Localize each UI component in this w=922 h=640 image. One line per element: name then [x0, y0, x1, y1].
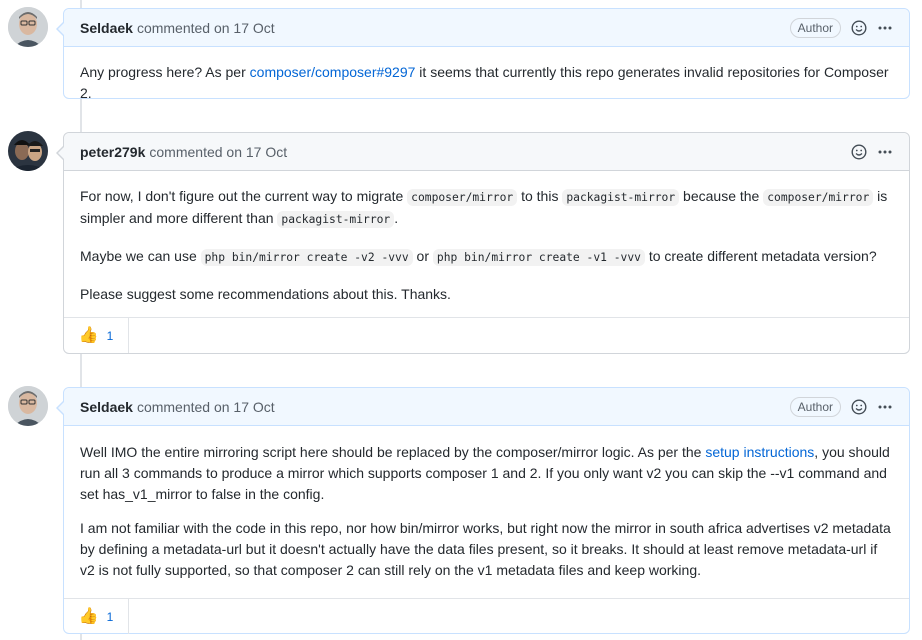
kebab-menu-icon[interactable]: [877, 144, 893, 160]
thumbs-up-icon: 👍: [78, 326, 99, 344]
reactions-bar: 👍 1: [64, 317, 909, 353]
kebab-menu-icon[interactable]: [877, 399, 893, 415]
inline-code: php bin/mirror create -v2 -vvv: [200, 249, 413, 266]
comment-body: For now, I don't figure out the current …: [64, 171, 909, 317]
reaction-thumbs-up[interactable]: 👍 1: [64, 318, 129, 353]
avatar-seldaek[interactable]: [8, 386, 48, 426]
comment-box: Seldaek commented on 17 Oct Author Any p…: [56, 8, 910, 101]
comment-paragraph: For now, I don't figure out the current …: [80, 188, 888, 228]
author-link[interactable]: Seldaek: [80, 399, 133, 415]
comment-header: peter279k commented on 17 Oct: [64, 133, 909, 171]
comment-box: Seldaek commented on 17 Oct Author Well …: [56, 387, 910, 634]
comment-body: Well IMO the entire mirroring script her…: [64, 426, 909, 598]
author-link[interactable]: peter279k: [80, 144, 145, 160]
reaction-thumbs-up[interactable]: 👍 1: [64, 599, 129, 634]
inline-code: composer/mirror: [763, 189, 874, 206]
kebab-menu-icon[interactable]: [877, 20, 893, 36]
smiley-icon[interactable]: [851, 143, 867, 160]
thumbs-up-icon: 👍: [78, 607, 99, 625]
inline-code: packagist-mirror: [562, 189, 680, 206]
comment-timestamp[interactable]: commented on 17 Oct: [137, 399, 275, 415]
comment-header: Seldaek commented on 17 Oct Author: [64, 9, 909, 47]
comment-paragraph: I am not familiar with the code in this …: [80, 520, 891, 578]
comment-paragraph: Please suggest some recommendations abou…: [80, 286, 451, 302]
comment-paragraph: Maybe we can use php bin/mirror create -…: [80, 248, 877, 266]
comment-box: peter279k commented on 17 Oct For now, I…: [56, 132, 910, 354]
avatar-seldaek[interactable]: [8, 7, 48, 47]
comment-timestamp[interactable]: commented on 17 Oct: [137, 20, 275, 36]
comment-paragraph: Well IMO the entire mirroring script her…: [80, 444, 890, 502]
smiley-icon[interactable]: [851, 398, 867, 415]
avatar-peter279k[interactable]: [8, 131, 48, 171]
reaction-count: 1: [106, 328, 114, 343]
comment-header: Seldaek commented on 17 Oct Author: [64, 388, 909, 426]
reaction-count: 1: [106, 609, 114, 624]
author-badge: Author: [789, 17, 841, 38]
inline-code: composer/mirror: [407, 189, 518, 206]
reactions-bar: 👍 1: [64, 598, 909, 634]
comment-body: Any progress here? As per composer/compo…: [64, 47, 909, 123]
author-link[interactable]: Seldaek: [80, 20, 133, 36]
author-badge: Author: [789, 396, 841, 417]
inline-code: php bin/mirror create -v1 -vvv: [432, 249, 645, 266]
comment-timestamp[interactable]: commented on 17 Oct: [149, 144, 287, 160]
setup-instructions-link[interactable]: setup instructions: [705, 444, 814, 460]
issue-link[interactable]: composer/composer#9297: [250, 64, 416, 80]
smiley-icon[interactable]: [851, 19, 867, 36]
inline-code: packagist-mirror: [277, 211, 395, 228]
comment-paragraph: Any progress here? As per composer/compo…: [80, 64, 889, 101]
